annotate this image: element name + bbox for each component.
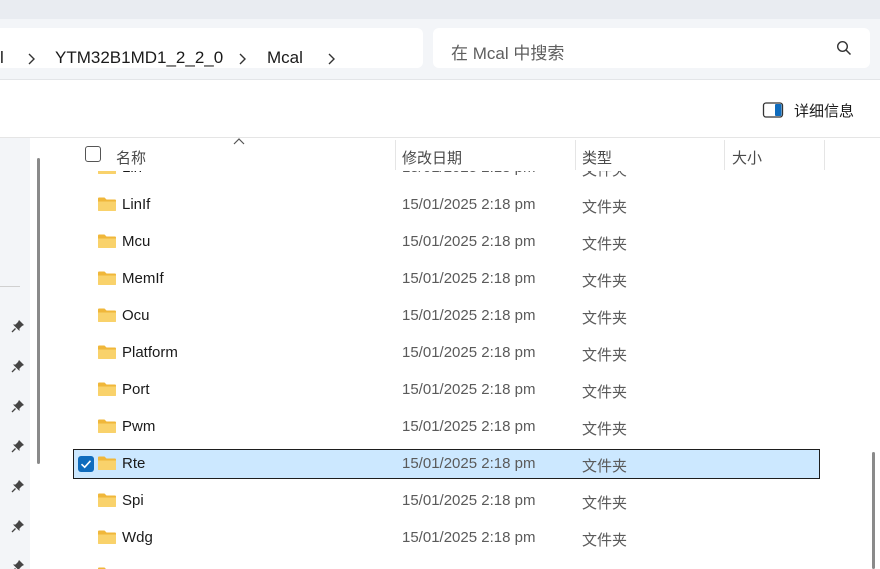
file-type: 文件夹 xyxy=(582,532,628,549)
navigation-pane[interactable] xyxy=(0,138,30,569)
folder-icon xyxy=(98,419,116,433)
chevron-right-icon[interactable] xyxy=(324,52,338,66)
table-row[interactable]: Wdg 15/01/2025 2:18 pm 文件夹 xyxy=(50,523,880,553)
table-row[interactable]: LinIf 15/01/2025 2:18 pm 文件夹 xyxy=(50,190,880,220)
pin-icon[interactable] xyxy=(11,519,25,533)
file-date: 15/01/2025 2:18 pm xyxy=(402,233,536,250)
folder-icon xyxy=(98,456,116,470)
column-divider[interactable] xyxy=(395,140,396,170)
file-date: 15/01/2025 2:18 pm xyxy=(402,455,536,472)
details-pane-button[interactable]: 详细信息 xyxy=(762,99,854,121)
column-divider[interactable] xyxy=(724,140,725,170)
table-row[interactable]: Mcu 15/01/2025 2:18 pm 文件夹 xyxy=(50,227,880,257)
file-name: LinIf xyxy=(122,196,151,213)
folder-icon xyxy=(98,234,116,248)
file-list-scrollbar[interactable] xyxy=(872,452,875,569)
file-name: Spi xyxy=(122,492,144,509)
details-pane-icon xyxy=(762,102,784,118)
file-name: Rte xyxy=(122,455,146,472)
title-strip xyxy=(0,0,880,19)
pin-icon[interactable] xyxy=(11,559,25,569)
table-row[interactable]: Pwm 15/01/2025 2:18 pm 文件夹 xyxy=(50,412,880,442)
column-header-type[interactable]: 类型 xyxy=(582,147,612,168)
breadcrumb-item-parent[interactable]: l xyxy=(0,48,4,68)
pin-icon[interactable] xyxy=(11,399,25,413)
row-checkbox-checked[interactable] xyxy=(78,456,94,472)
file-name: Platform xyxy=(122,344,178,361)
breadcrumb-item-ytm32[interactable]: YTM32B1MD1_2_2_0 xyxy=(55,48,223,68)
nav-divider xyxy=(0,286,20,287)
file-type: 文件夹 xyxy=(582,236,628,253)
file-name: Mcu xyxy=(122,233,151,250)
folder-icon xyxy=(98,382,116,396)
details-pane-label: 详细信息 xyxy=(794,102,855,120)
folder-icon xyxy=(98,197,116,211)
sort-ascending-icon xyxy=(233,138,245,145)
address-bar-area: l YTM32B1MD1_2_2_0 Mcal 在 Mcal 中搜索 xyxy=(0,19,880,80)
table-row[interactable]: MemIf 15/01/2025 2:18 pm 文件夹 xyxy=(50,264,880,294)
file-name: Port xyxy=(122,381,150,398)
file-date: 15/01/2025 2:18 pm xyxy=(402,196,536,213)
search-placeholder: 在 Mcal 中搜索 xyxy=(451,44,565,63)
pin-icon[interactable] xyxy=(11,439,25,453)
file-type: 文件夹 xyxy=(582,310,628,327)
table-row[interactable]: Platform 15/01/2025 2:18 pm 文件夹 xyxy=(50,338,880,368)
table-row-selected[interactable]: Rte 15/01/2025 2:18 pm 文件夹 xyxy=(50,449,880,479)
table-row[interactable]: Ocu 15/01/2025 2:18 pm 文件夹 xyxy=(50,301,880,331)
checkmark-icon xyxy=(80,460,92,469)
file-type: 文件夹 xyxy=(582,421,628,438)
file-date: 15/01/2025 2:18 pm xyxy=(402,381,536,398)
folder-icon xyxy=(98,271,116,285)
table-row[interactable]: Port 15/01/2025 2:18 pm 文件夹 xyxy=(50,375,880,405)
file-type: 文件夹 xyxy=(582,273,628,290)
search-input[interactable]: 在 Mcal 中搜索 xyxy=(433,28,870,68)
folder-icon xyxy=(98,345,116,359)
file-date: 15/01/2025 2:18 pm xyxy=(402,270,536,287)
folder-icon xyxy=(98,308,116,322)
pin-icon[interactable] xyxy=(11,359,25,373)
file-type: 文件夹 xyxy=(582,384,628,401)
file-name: Ocu xyxy=(122,307,150,324)
file-type: 文件夹 xyxy=(582,458,628,475)
chevron-right-icon[interactable] xyxy=(235,52,249,66)
file-date: 15/01/2025 2:18 pm xyxy=(402,529,536,546)
address-bar[interactable]: l YTM32B1MD1_2_2_0 Mcal xyxy=(0,28,423,68)
file-list[interactable]: 名称 修改日期 类型 大小 Lin 15/01/2025 2:18 pm 文件夹… xyxy=(50,138,880,569)
file-date: 15/01/2025 2:18 pm xyxy=(402,307,536,324)
column-divider[interactable] xyxy=(575,140,576,170)
chevron-right-icon[interactable] xyxy=(24,52,38,66)
table-row[interactable]: Spi 15/01/2025 2:18 pm 文件夹 xyxy=(50,486,880,516)
folder-icon xyxy=(98,493,116,507)
file-date: 15/01/2025 2:18 pm xyxy=(402,418,536,435)
file-name: Pwm xyxy=(122,418,156,435)
column-header-date[interactable]: 修改日期 xyxy=(402,147,462,168)
search-icon[interactable] xyxy=(836,40,852,56)
file-name: MemIf xyxy=(122,270,164,287)
file-date: 15/01/2025 2:18 pm xyxy=(402,344,536,361)
command-bar: 详细信息 xyxy=(0,80,880,138)
file-type: 文件夹 xyxy=(582,495,628,512)
file-name: Wdg xyxy=(122,529,153,546)
column-header-name[interactable]: 名称 xyxy=(116,147,146,168)
pin-icon[interactable] xyxy=(11,319,25,333)
file-type: 文件夹 xyxy=(582,199,628,216)
breadcrumb-item-mcal[interactable]: Mcal xyxy=(267,48,303,68)
table-row[interactable] xyxy=(50,560,880,569)
select-all-checkbox[interactable] xyxy=(85,146,101,162)
column-header-row: 名称 修改日期 类型 大小 xyxy=(50,138,880,171)
nav-scrollbar[interactable] xyxy=(37,158,40,464)
file-date: 15/01/2025 2:18 pm xyxy=(402,492,536,509)
pin-icon[interactable] xyxy=(11,479,25,493)
folder-icon xyxy=(98,530,116,544)
column-header-size[interactable]: 大小 xyxy=(732,147,762,168)
file-type: 文件夹 xyxy=(582,347,628,364)
column-divider[interactable] xyxy=(824,140,825,170)
